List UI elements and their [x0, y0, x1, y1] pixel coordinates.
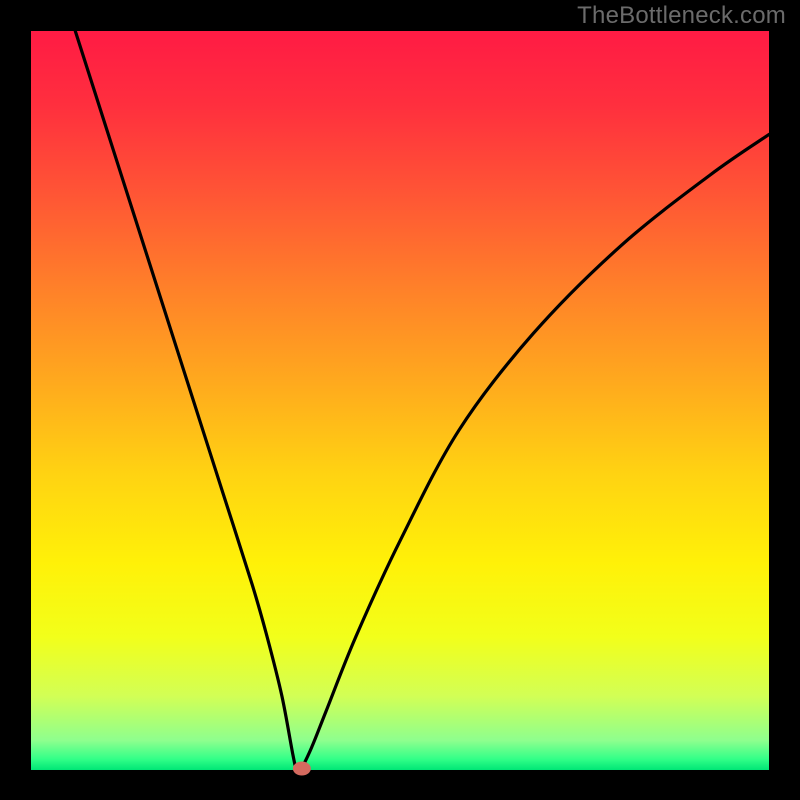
bottleneck-chart [0, 0, 800, 800]
chart-frame: TheBottleneck.com [0, 0, 800, 800]
plot-background [31, 31, 769, 770]
optimum-marker [293, 762, 311, 776]
